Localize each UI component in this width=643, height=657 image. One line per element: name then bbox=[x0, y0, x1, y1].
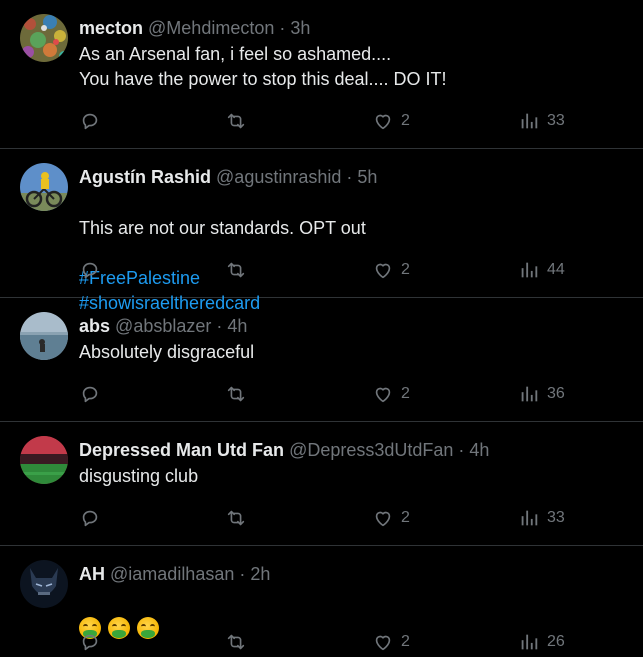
views-icon bbox=[521, 510, 538, 526]
heart-icon bbox=[375, 114, 391, 130]
tweet-header: Agustín Rashid @agustinrashid · 5h bbox=[79, 166, 377, 188]
heart-icon bbox=[375, 263, 391, 279]
reply-icon bbox=[82, 386, 98, 403]
tweet-text: As an Arsenal fan, i feel so ashamed....… bbox=[79, 44, 447, 89]
heart-icon bbox=[375, 511, 391, 527]
avatar[interactable] bbox=[20, 436, 68, 484]
handle[interactable]: @absblazer bbox=[115, 316, 211, 336]
separator: · bbox=[216, 316, 223, 336]
tweet[interactable]: AH @iamadilhasan · 2h 2 26 bbox=[0, 546, 643, 657]
tweet-header: Depressed Man Utd Fan @Depress3dUtdFan · 4… bbox=[79, 439, 489, 461]
tweet-header: AH @iamadilhasan · 2h bbox=[79, 563, 270, 585]
views-icon bbox=[521, 262, 538, 278]
timestamp[interactable]: 5h bbox=[357, 167, 377, 187]
view-count: 44 bbox=[547, 261, 565, 278]
like-count: 2 bbox=[401, 633, 410, 650]
retweet-button[interactable] bbox=[225, 109, 247, 133]
reply-icon bbox=[82, 262, 98, 279]
views-button[interactable]: 44 bbox=[518, 258, 565, 282]
reply-button[interactable] bbox=[79, 506, 101, 530]
tweet-header: mecton @Mehdimecton · 3h bbox=[79, 17, 310, 39]
reply-button[interactable] bbox=[79, 382, 101, 406]
view-count: 33 bbox=[547, 112, 565, 129]
heart-icon bbox=[375, 635, 391, 651]
retweet-icon bbox=[227, 386, 245, 402]
handle[interactable]: @iamadilhasan bbox=[110, 564, 234, 584]
like-count: 2 bbox=[401, 261, 410, 278]
timestamp[interactable]: 4h bbox=[227, 316, 247, 336]
views-button[interactable]: 33 bbox=[518, 109, 565, 133]
display-name[interactable]: AH bbox=[79, 564, 105, 584]
retweet-icon bbox=[227, 634, 245, 650]
avatar[interactable] bbox=[20, 163, 68, 211]
retweet-button[interactable] bbox=[225, 630, 247, 654]
handle[interactable]: @agustinrashid bbox=[216, 167, 341, 187]
tweet-actions: 2 33 bbox=[0, 109, 643, 133]
view-count: 36 bbox=[547, 385, 565, 402]
retweet-icon bbox=[227, 262, 245, 278]
tweet[interactable]: mecton @Mehdimecton · 3h As an Arsenal fan… bbox=[0, 0, 643, 149]
views-button[interactable]: 36 bbox=[518, 382, 565, 406]
retweet-button[interactable] bbox=[225, 506, 247, 530]
tweet-text-line: This are not our standards. OPT out bbox=[79, 218, 366, 238]
views-button[interactable]: 33 bbox=[518, 506, 565, 530]
tweet-header: abs @absblazer · 4h bbox=[79, 315, 247, 337]
reply-button[interactable] bbox=[79, 258, 101, 282]
tweet[interactable]: Depressed Man Utd Fan @Depress3dUtdFan · 4… bbox=[0, 422, 643, 546]
tweet[interactable]: Agustín Rashid @agustinrashid · 5h This ar… bbox=[0, 149, 643, 313]
heart-icon bbox=[375, 387, 391, 403]
like-button[interactable]: 2 bbox=[372, 382, 410, 406]
tweet-actions: 2 26 bbox=[0, 630, 643, 654]
reply-button[interactable] bbox=[79, 630, 101, 654]
like-count: 2 bbox=[401, 385, 410, 402]
views-icon bbox=[521, 386, 538, 402]
like-button[interactable]: 2 bbox=[372, 506, 410, 530]
reply-icon bbox=[82, 510, 98, 527]
tweet-actions: 2 36 bbox=[0, 382, 643, 406]
tweet-text: disgusting club bbox=[79, 466, 199, 486]
timestamp[interactable]: 4h bbox=[469, 440, 489, 460]
retweet-icon bbox=[227, 510, 245, 526]
retweet-button[interactable] bbox=[225, 382, 247, 406]
tweet-text: Absolutely disgraceful bbox=[79, 342, 255, 362]
views-button[interactable]: 26 bbox=[518, 630, 565, 654]
reply-icon bbox=[82, 634, 98, 651]
like-button[interactable]: 2 bbox=[372, 258, 410, 282]
view-count: 26 bbox=[547, 633, 565, 650]
like-button[interactable]: 2 bbox=[372, 109, 410, 133]
timestamp[interactable]: 2h bbox=[250, 564, 270, 584]
separator: · bbox=[279, 18, 286, 38]
avatar[interactable] bbox=[20, 14, 68, 62]
avatar[interactable] bbox=[20, 560, 68, 608]
display-name[interactable]: Depressed Man Utd Fan bbox=[79, 440, 284, 460]
tweet-actions: 2 33 bbox=[0, 506, 643, 530]
timestamp[interactable]: 3h bbox=[290, 18, 310, 38]
tweet-actions: 2 44 bbox=[0, 258, 643, 282]
separator: · bbox=[239, 564, 246, 584]
retweet-icon bbox=[227, 113, 245, 129]
handle[interactable]: @Depress3dUtdFan bbox=[289, 440, 453, 460]
retweet-button[interactable] bbox=[225, 258, 247, 282]
reply-button[interactable] bbox=[79, 109, 101, 133]
display-name[interactable]: abs bbox=[79, 316, 110, 336]
display-name[interactable]: Agustín Rashid bbox=[79, 167, 211, 187]
handle[interactable]: @Mehdimecton bbox=[148, 18, 274, 38]
views-icon bbox=[521, 634, 538, 650]
avatar[interactable] bbox=[20, 312, 68, 360]
tweet[interactable]: abs @absblazer · 4h Absolutely disgraceful… bbox=[0, 298, 643, 422]
view-count: 33 bbox=[547, 509, 565, 526]
like-count: 2 bbox=[401, 112, 410, 129]
display-name[interactable]: mecton bbox=[79, 18, 143, 38]
reply-icon bbox=[82, 113, 98, 130]
like-count: 2 bbox=[401, 509, 410, 526]
separator: · bbox=[458, 440, 465, 460]
like-button[interactable]: 2 bbox=[372, 630, 410, 654]
separator: · bbox=[346, 167, 353, 187]
views-icon bbox=[521, 113, 538, 129]
